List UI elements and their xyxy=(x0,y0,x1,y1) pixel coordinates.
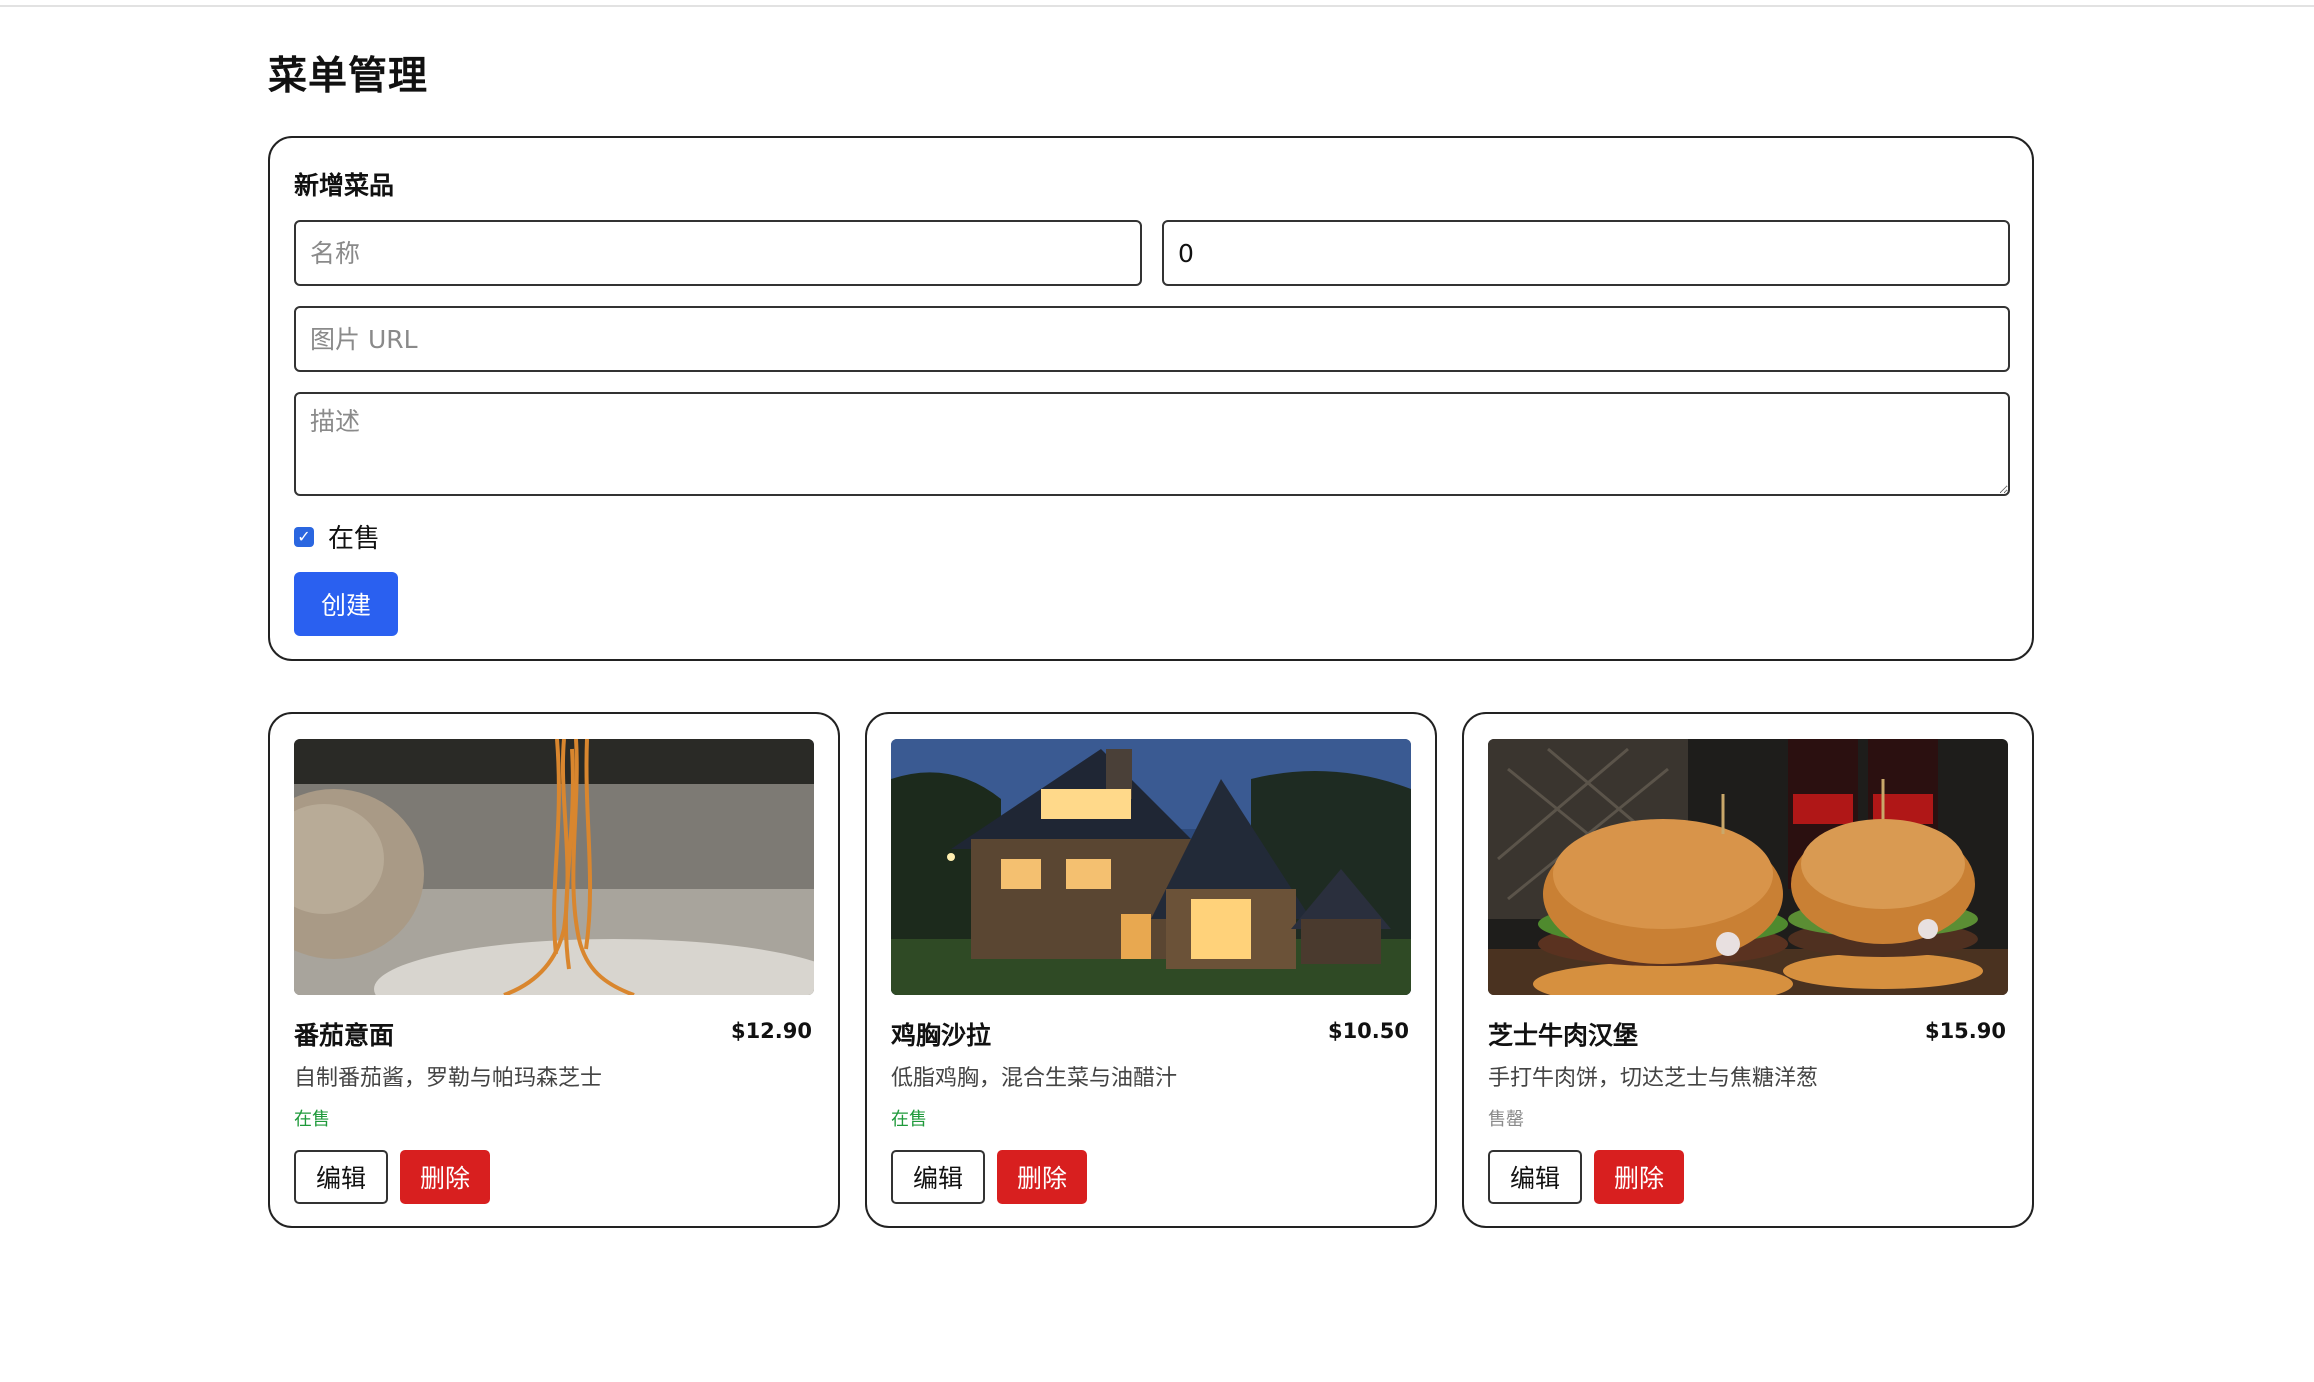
delete-button[interactable]: 删除 xyxy=(997,1150,1087,1204)
name-input[interactable] xyxy=(294,220,1142,286)
edit-button[interactable]: 编辑 xyxy=(1488,1150,1582,1204)
page-title: 菜单管理 xyxy=(268,54,429,99)
price-input[interactable] xyxy=(1162,220,2010,286)
new-dish-form: 新增菜品 ✓ 在售 创建 xyxy=(268,136,2034,661)
delete-button[interactable]: 删除 xyxy=(400,1150,490,1204)
description-textarea[interactable] xyxy=(294,392,2010,496)
status-badge: 在售 xyxy=(891,1109,927,1130)
status-badge: 售罄 xyxy=(1488,1109,1524,1130)
spaghetti-photo xyxy=(294,739,814,995)
dish-description: 低脂鸡胸，混合生菜与油醋汁 xyxy=(891,1066,1178,1091)
dish-price: $12.90 xyxy=(730,1019,812,1043)
burger-photo xyxy=(1488,739,2008,995)
dish-image-spaghetti xyxy=(294,739,814,995)
house-photo xyxy=(891,739,1411,995)
top-divider xyxy=(0,0,2314,7)
dish-name: 芝士牛肉汉堡 xyxy=(1488,1021,1639,1050)
dish-name: 鸡胸沙拉 xyxy=(891,1021,992,1050)
create-button[interactable]: 创建 xyxy=(294,572,398,636)
form-title: 新增菜品 xyxy=(294,171,395,200)
dish-image-burger xyxy=(1488,739,2008,995)
dish-card: 番茄意面 $12.90 自制番茄酱，罗勒与帕玛森芝士 在售 编辑 删除 xyxy=(268,712,840,1228)
on-sale-label: 在售 xyxy=(328,524,381,554)
dish-name: 番茄意面 xyxy=(294,1021,395,1050)
dish-description: 自制番茄酱，罗勒与帕玛森芝士 xyxy=(294,1066,603,1091)
dish-image-house xyxy=(891,739,1411,995)
dish-price: $15.90 xyxy=(1924,1019,2006,1043)
on-sale-checkbox[interactable]: ✓ xyxy=(294,526,314,547)
edit-button[interactable]: 编辑 xyxy=(891,1150,985,1204)
delete-button[interactable]: 删除 xyxy=(1594,1150,1684,1204)
status-badge: 在售 xyxy=(294,1109,330,1130)
dish-card: 芝士牛肉汉堡 $15.90 手打牛肉饼，切达芝士与焦糖洋葱 售罄 编辑 删除 xyxy=(1462,712,2034,1228)
on-sale-toggle[interactable]: ✓ 在售 xyxy=(294,518,380,555)
edit-button[interactable]: 编辑 xyxy=(294,1150,388,1204)
dish-card: 鸡胸沙拉 $10.50 低脂鸡胸，混合生菜与油醋汁 在售 编辑 删除 xyxy=(865,712,1437,1228)
dish-description: 手打牛肉饼，切达芝士与焦糖洋葱 xyxy=(1488,1066,1819,1091)
image-url-input[interactable] xyxy=(294,306,2010,372)
dish-price: $10.50 xyxy=(1327,1019,1409,1043)
